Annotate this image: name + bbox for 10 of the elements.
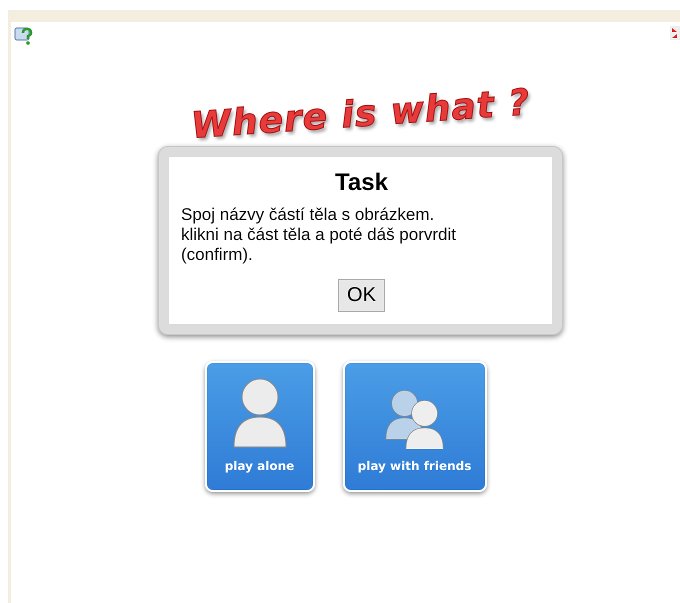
dialog-message: klikni na část těla a poté dáš porvrdit (confirm). xyxy=(181,225,457,265)
help-icon[interactable] xyxy=(14,26,34,46)
mode-button[interactable]: play with friends xyxy=(342,361,486,492)
ok-button[interactable]: OK xyxy=(338,279,385,312)
game-title: Where is what ? xyxy=(189,81,532,149)
fullscreen-icon[interactable] xyxy=(670,26,680,40)
dialog-message: Spoj názvy částí těla s obrázkem. xyxy=(181,205,436,225)
mode-button[interactable]: play alone xyxy=(204,361,314,492)
dialog-title: Task xyxy=(334,169,389,197)
people-icon xyxy=(382,389,446,449)
